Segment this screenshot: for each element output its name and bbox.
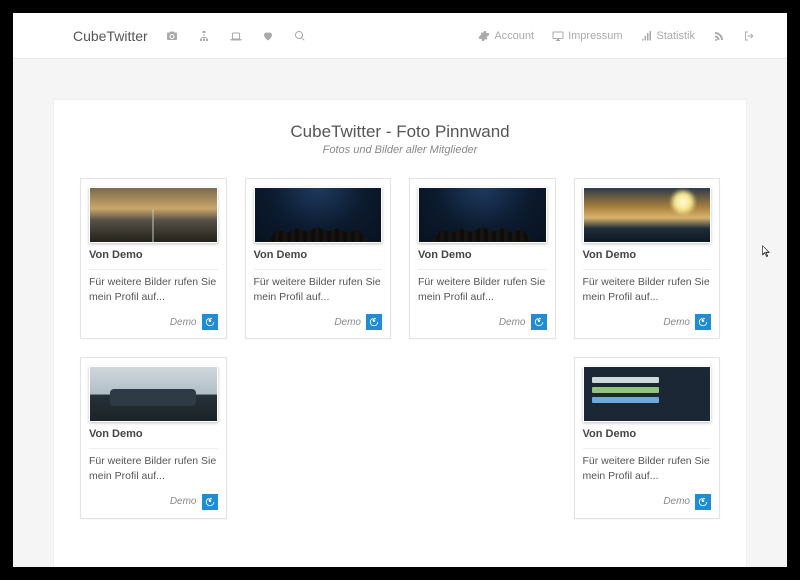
photo-thumbnail[interactable] xyxy=(583,187,712,243)
card-footer-label[interactable]: Demo xyxy=(663,317,690,328)
card-author: Von Demo xyxy=(418,249,547,261)
app-frame: CubeTwitter Account Impressum Statistik xyxy=(13,13,787,567)
nav-account[interactable]: Account xyxy=(478,30,534,42)
card-description: Für weitere Bilder rufen Sie mein Profil… xyxy=(583,275,712,304)
card-footer: Demo xyxy=(254,314,383,330)
page-subtitle: Fotos und Bilder aller Mitglieder xyxy=(80,144,720,156)
sitemap-icon[interactable] xyxy=(198,30,210,42)
gravatar-icon[interactable] xyxy=(695,314,711,330)
nav-statistik[interactable]: Statistik xyxy=(640,30,695,42)
laptop-icon[interactable] xyxy=(230,30,242,42)
photo-card[interactable]: Von Demo Für weitere Bilder rufen Sie mei… xyxy=(80,357,227,518)
photo-card[interactable]: Von Demo Für weitere Bilder rufen Sie mei… xyxy=(574,357,721,518)
card-footer-label[interactable]: Demo xyxy=(170,317,197,328)
card-footer-label[interactable]: Demo xyxy=(170,496,197,507)
card-footer: Demo xyxy=(583,494,712,510)
gear-icon xyxy=(478,30,490,42)
card-author: Von Demo xyxy=(254,249,383,261)
search-icon[interactable] xyxy=(294,30,306,42)
card-description: Für weitere Bilder rufen Sie mein Profil… xyxy=(89,275,218,304)
page-title: CubeTwitter - Foto Pinnwand xyxy=(80,122,720,142)
card-description: Für weitere Bilder rufen Sie mein Profil… xyxy=(583,454,712,483)
gravatar-icon[interactable] xyxy=(202,314,218,330)
photo-grid: Von Demo Für weitere Bilder rufen Sie mei… xyxy=(80,178,720,519)
signal-icon xyxy=(640,30,652,42)
card-author: Von Demo xyxy=(583,249,712,261)
nav-icons-left xyxy=(166,30,306,42)
gravatar-icon[interactable] xyxy=(695,494,711,510)
desktop-icon xyxy=(552,30,564,42)
gravatar-icon[interactable] xyxy=(202,494,218,510)
navbar: CubeTwitter Account Impressum Statistik xyxy=(13,13,787,59)
card-author: Von Demo xyxy=(89,428,218,440)
camera-icon[interactable] xyxy=(166,30,178,42)
nav-account-label: Account xyxy=(494,30,534,42)
card-description: Für weitere Bilder rufen Sie mein Profil… xyxy=(254,275,383,304)
card-footer: Demo xyxy=(418,314,547,330)
card-footer-label[interactable]: Demo xyxy=(334,317,361,328)
gravatar-icon[interactable] xyxy=(366,314,382,330)
card-footer-label[interactable]: Demo xyxy=(663,496,690,507)
photo-thumbnail[interactable] xyxy=(89,366,218,422)
card-footer: Demo xyxy=(89,494,218,510)
brand[interactable]: CubeTwitter xyxy=(73,28,148,44)
photo-card[interactable]: Von Demo Für weitere Bilder rufen Sie mei… xyxy=(80,178,227,339)
card-footer: Demo xyxy=(89,314,218,330)
card-author: Von Demo xyxy=(89,249,218,261)
nav-statistik-label: Statistik xyxy=(656,30,695,42)
sign-out-icon[interactable] xyxy=(743,30,755,42)
heart-icon[interactable] xyxy=(262,30,274,42)
card-footer-label[interactable]: Demo xyxy=(499,317,526,328)
main-panel: CubeTwitter - Foto Pinnwand Fotos und Bi… xyxy=(53,99,747,567)
nav-impressum-label: Impressum xyxy=(568,30,622,42)
photo-card[interactable]: Von Demo Für weitere Bilder rufen Sie mei… xyxy=(245,178,392,339)
gravatar-icon[interactable] xyxy=(531,314,547,330)
photo-thumbnail[interactable] xyxy=(89,187,218,243)
rss-icon[interactable] xyxy=(713,30,725,42)
card-description: Für weitere Bilder rufen Sie mein Profil… xyxy=(89,454,218,483)
nav-right: Account Impressum Statistik xyxy=(478,30,755,42)
nav-impressum[interactable]: Impressum xyxy=(552,30,622,42)
card-author: Von Demo xyxy=(583,428,712,440)
photo-card[interactable]: Von Demo Für weitere Bilder rufen Sie mei… xyxy=(574,178,721,339)
photo-thumbnail[interactable] xyxy=(583,366,712,422)
card-description: Für weitere Bilder rufen Sie mein Profil… xyxy=(418,275,547,304)
photo-thumbnail[interactable] xyxy=(418,187,547,243)
photo-thumbnail[interactable] xyxy=(254,187,383,243)
card-footer: Demo xyxy=(583,314,712,330)
photo-card[interactable]: Von Demo Für weitere Bilder rufen Sie mei… xyxy=(409,178,556,339)
